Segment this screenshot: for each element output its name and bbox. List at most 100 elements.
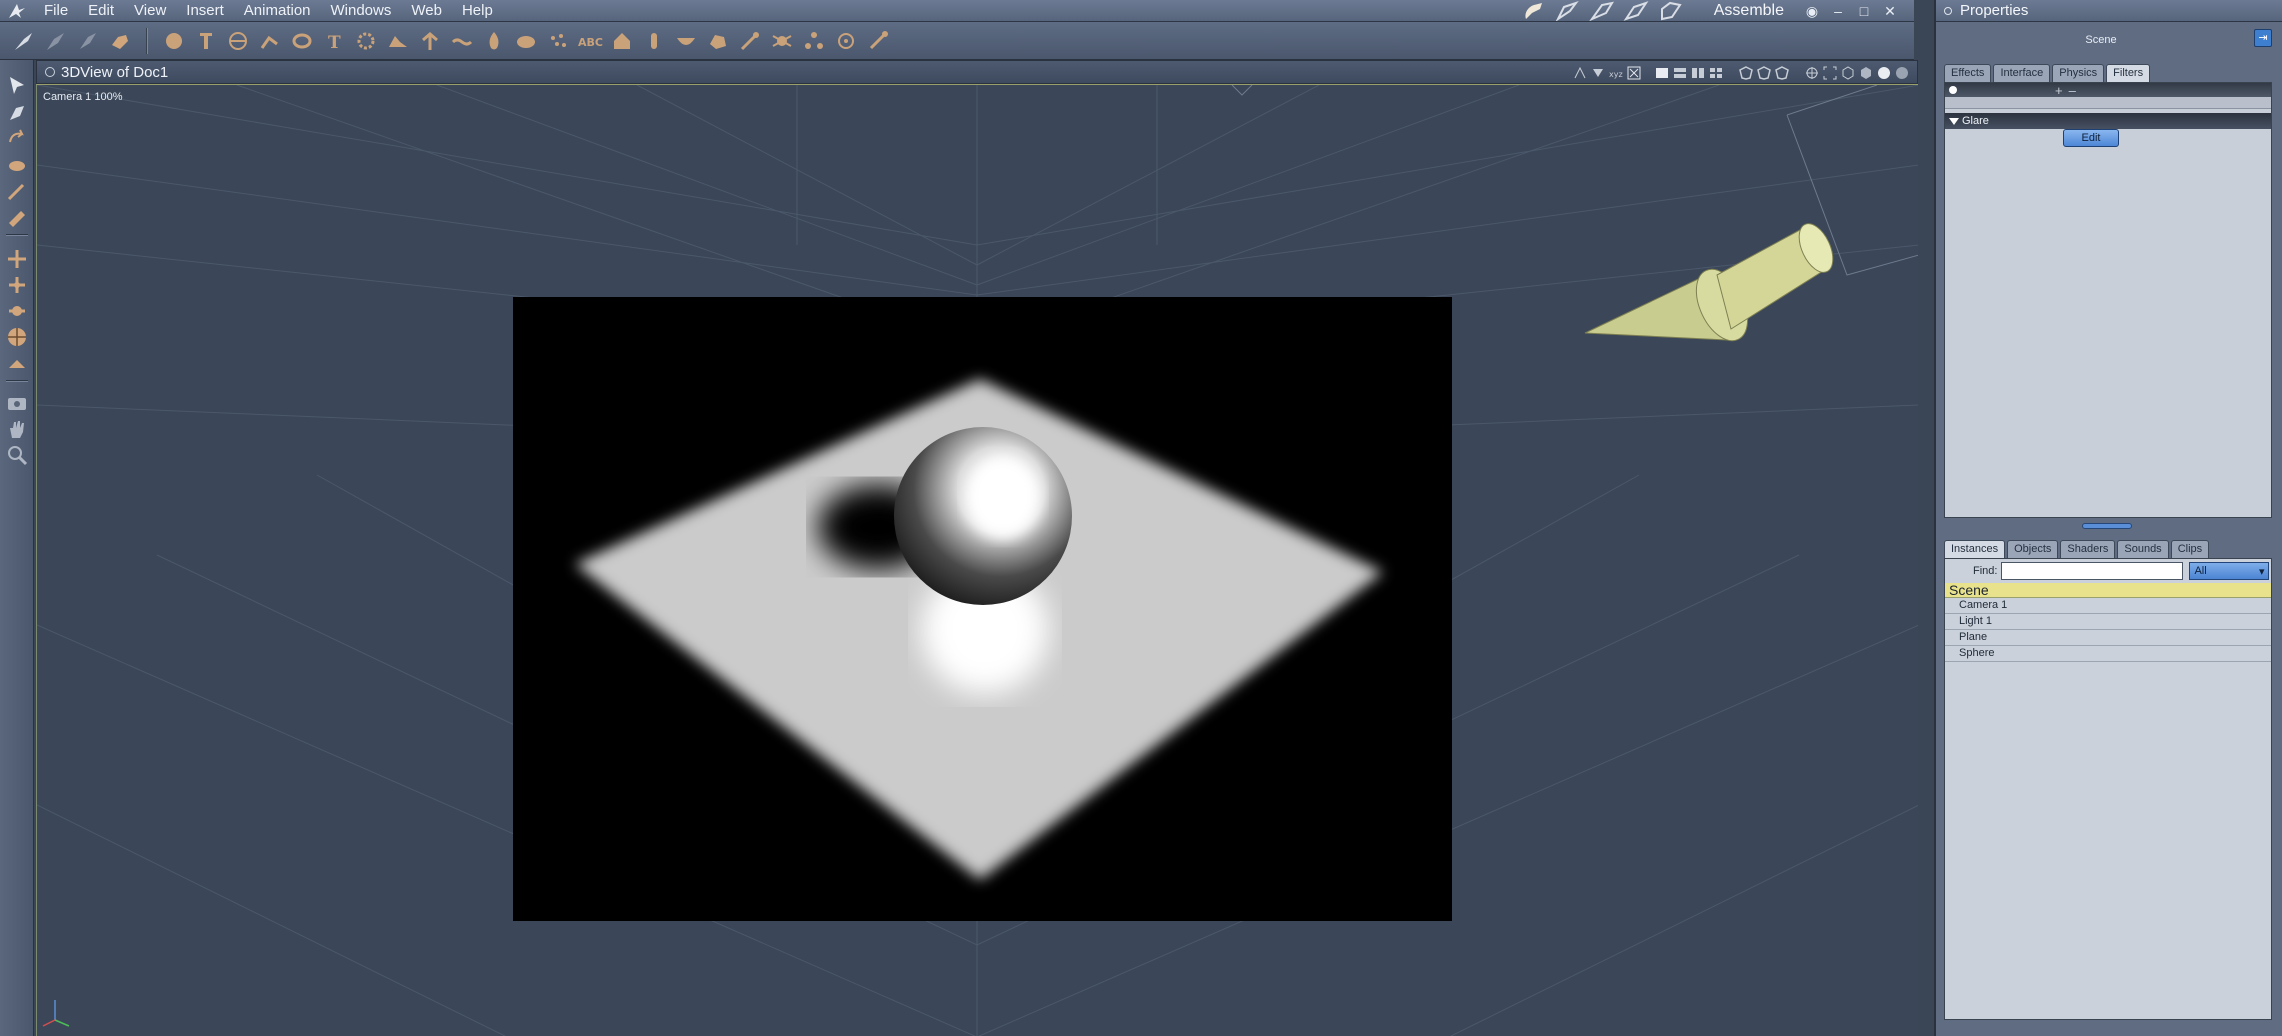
texture-room-icon[interactable] xyxy=(1622,1,1650,21)
gear-icon[interactable] xyxy=(352,27,380,55)
hand-tool-icon[interactable] xyxy=(106,27,134,55)
particles-icon[interactable] xyxy=(544,27,572,55)
path-icon[interactable] xyxy=(256,27,284,55)
axis-toggle-icon[interactable] xyxy=(1573,66,1587,80)
fire-icon[interactable] xyxy=(480,27,508,55)
panel-splitter[interactable] xyxy=(1944,522,2272,530)
wand-icon[interactable] xyxy=(736,27,764,55)
app-logo-icon[interactable] xyxy=(0,0,34,22)
bowl-icon[interactable] xyxy=(672,27,700,55)
tab-shaders[interactable]: Shaders xyxy=(2060,540,2116,558)
tree-root-scene[interactable]: Scene xyxy=(1945,583,2271,598)
tree-item-plane[interactable]: Plane xyxy=(1945,630,2271,646)
cut-icon[interactable] xyxy=(74,27,102,55)
select-arrow-icon[interactable] xyxy=(4,72,30,98)
box-wire-icon[interactable] xyxy=(1841,66,1855,80)
find-input[interactable] xyxy=(2001,562,2184,580)
glare-filter-row[interactable]: Glare xyxy=(1945,113,2271,129)
hand-pan-icon[interactable] xyxy=(4,416,30,442)
bandage-icon[interactable] xyxy=(4,204,30,230)
globe-icon[interactable] xyxy=(224,27,252,55)
menu-help[interactable]: Help xyxy=(452,0,503,22)
stone-icon[interactable] xyxy=(704,27,732,55)
shield-icon[interactable] xyxy=(1739,66,1753,80)
tab-clips[interactable]: Clips xyxy=(2170,540,2210,558)
layout-split-h-icon[interactable] xyxy=(1673,66,1687,80)
expand-triangle-icon[interactable] xyxy=(1949,117,1959,125)
3d-viewport[interactable]: Camera 1 100% xyxy=(36,84,1918,1036)
zoom-icon[interactable] xyxy=(4,442,30,468)
tab-interface[interactable]: Interface xyxy=(1993,64,2051,82)
shield-icon[interactable] xyxy=(1775,66,1789,80)
filter-bullet-icon[interactable] xyxy=(1949,86,1957,94)
menu-windows[interactable]: Windows xyxy=(321,0,402,22)
splitter-grip[interactable] xyxy=(2082,523,2132,529)
minimize-icon[interactable]: – xyxy=(1828,3,1848,19)
light-object[interactable] xyxy=(1584,219,1840,349)
menu-view[interactable]: View xyxy=(124,0,176,22)
camera-icon[interactable] xyxy=(4,390,30,416)
molecule-icon[interactable] xyxy=(800,27,828,55)
add-remove-filter-icon[interactable]: +– xyxy=(2055,83,2082,98)
hand-room-icon[interactable] xyxy=(1520,1,1548,21)
tab-objects[interactable]: Objects xyxy=(2007,540,2059,558)
tab-sounds[interactable]: Sounds xyxy=(2117,540,2169,558)
eye-icon[interactable]: ◉ xyxy=(1802,3,1822,20)
edit-button[interactable]: Edit xyxy=(2063,129,2119,147)
terrain-icon[interactable] xyxy=(384,27,412,55)
tab-instances[interactable]: Instances xyxy=(1944,540,2006,558)
shield-icon[interactable] xyxy=(1757,66,1771,80)
text-icon[interactable]: T xyxy=(320,27,348,55)
move-icon[interactable] xyxy=(4,100,30,126)
render-room-icon[interactable] xyxy=(1656,1,1684,21)
layout-single-icon[interactable] xyxy=(1655,66,1669,80)
cloud-icon[interactable] xyxy=(512,27,540,55)
model-room-icon[interactable] xyxy=(1554,1,1582,21)
plant-icon[interactable] xyxy=(416,27,444,55)
cylinder-icon[interactable] xyxy=(640,27,668,55)
paint-icon[interactable] xyxy=(42,27,70,55)
pen-icon[interactable] xyxy=(4,178,30,204)
layout-split-v-icon[interactable] xyxy=(1691,66,1705,80)
text3d-icon[interactable]: ABC xyxy=(576,27,604,55)
torus-icon[interactable] xyxy=(288,27,316,55)
rotate-icon[interactable] xyxy=(4,126,30,152)
figure-icon[interactable] xyxy=(192,27,220,55)
render-sphere-icon[interactable] xyxy=(1895,66,1909,80)
target-icon[interactable] xyxy=(832,27,860,55)
layout-quad-icon[interactable] xyxy=(1709,66,1723,80)
frame-icon[interactable] xyxy=(1823,66,1837,80)
tree-item-camera[interactable]: Camera 1 xyxy=(1945,598,2271,614)
menu-insert[interactable]: Insert xyxy=(176,0,234,22)
tab-effects[interactable]: Effects xyxy=(1944,64,1992,82)
storyboard-room-icon[interactable] xyxy=(1588,1,1616,21)
bend-icon[interactable] xyxy=(4,350,30,376)
menu-animation[interactable]: Animation xyxy=(234,0,321,22)
sphere-icon[interactable] xyxy=(160,27,188,55)
bug-icon[interactable] xyxy=(768,27,796,55)
maximize-icon[interactable]: □ xyxy=(1854,3,1874,19)
water-icon[interactable] xyxy=(448,27,476,55)
tab-physics[interactable]: Physics xyxy=(2052,64,2105,82)
tree-item-light[interactable]: Light 1 xyxy=(1945,614,2271,630)
translate-icon[interactable] xyxy=(4,246,30,272)
panel-close-icon[interactable] xyxy=(1944,6,1952,15)
brush-icon[interactable] xyxy=(10,27,38,55)
scale-icon[interactable] xyxy=(4,152,30,178)
menu-edit[interactable]: Edit xyxy=(78,0,124,22)
viewport-close-icon[interactable] xyxy=(45,67,55,77)
tab-filters[interactable]: Filters xyxy=(2106,64,2151,82)
center-icon[interactable] xyxy=(1805,66,1819,80)
menu-web[interactable]: Web xyxy=(401,0,452,22)
xyz-icon[interactable]: xyz xyxy=(1609,66,1623,80)
box-solid-icon[interactable] xyxy=(1859,66,1873,80)
dolly-icon[interactable] xyxy=(4,298,30,324)
menu-file[interactable]: File xyxy=(34,0,78,22)
bone-icon[interactable] xyxy=(864,27,892,55)
house-icon[interactable] xyxy=(608,27,636,55)
find-filter-select[interactable]: All ▾ xyxy=(2189,562,2270,580)
pin-button[interactable]: ⇥ xyxy=(2254,29,2272,47)
shaded-sphere-icon[interactable] xyxy=(1877,66,1891,80)
filter-icon[interactable] xyxy=(1591,66,1605,80)
tree-item-sphere[interactable]: Sphere xyxy=(1945,646,2271,662)
